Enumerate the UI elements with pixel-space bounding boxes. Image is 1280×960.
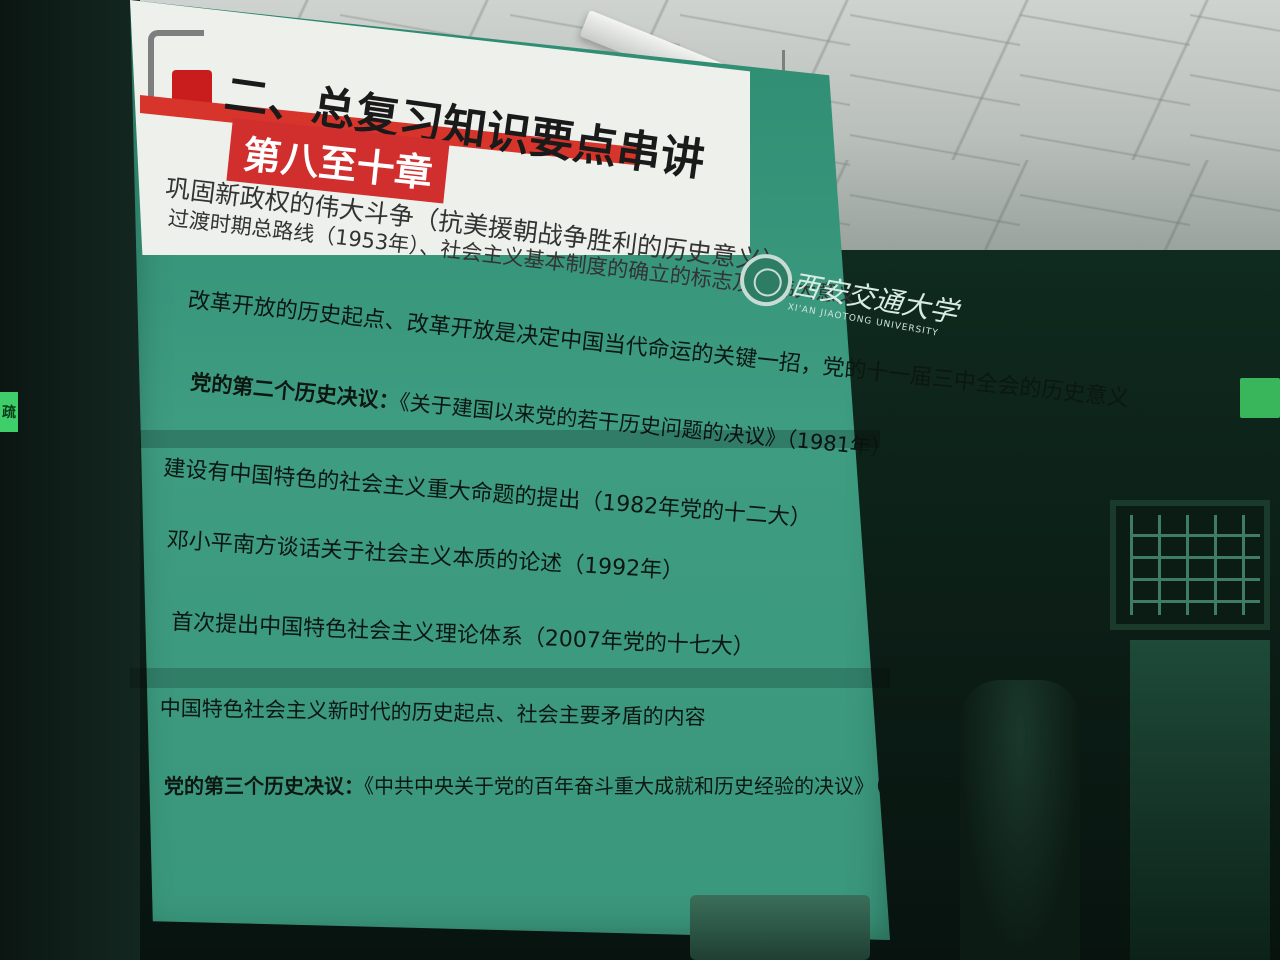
projector-device	[690, 895, 870, 960]
glitch-band	[140, 430, 880, 448]
left-wall	[0, 0, 140, 960]
university-seal-icon	[735, 250, 797, 311]
doorway	[1130, 640, 1270, 960]
slide-line-9: 党的第三个历史决议：《中共中央关于党的百年奋斗重大成就和历史经验的决议》（202…	[164, 774, 975, 798]
resolution-label-3: 党的第三个历史决议：	[164, 774, 364, 798]
exit-sign: 疏	[0, 392, 18, 432]
person-silhouette	[960, 680, 1080, 960]
exit-sign-right	[1240, 378, 1280, 418]
window-lattice	[1130, 515, 1260, 615]
exit-sign-glyph: 疏	[2, 405, 16, 421]
glitch-band-2	[130, 668, 890, 688]
